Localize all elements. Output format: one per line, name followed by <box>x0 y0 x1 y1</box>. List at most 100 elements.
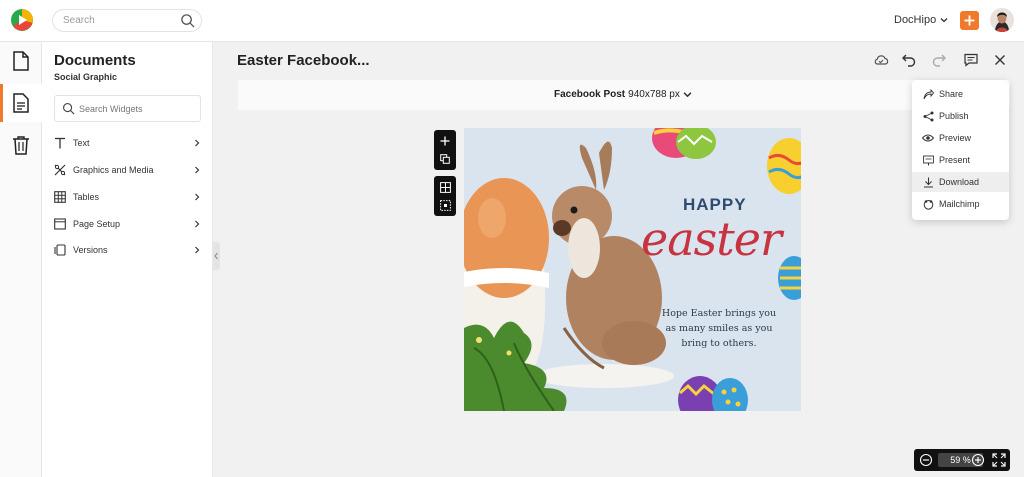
page-size-name: Facebook Post <box>554 89 626 100</box>
page-size-selector[interactable]: Facebook Post 940x788 px <box>554 89 692 100</box>
zoom-out-icon[interactable] <box>919 453 933 467</box>
graphics-icon <box>54 164 66 176</box>
menu-item-label: Text <box>73 138 90 148</box>
design-canvas[interactable] <box>464 128 801 411</box>
select-area-button[interactable] <box>434 196 456 214</box>
grid-button[interactable] <box>434 178 456 196</box>
account-menu[interactable]: DocHipo <box>894 14 948 26</box>
top-bar: Search DocHipo <box>0 0 1024 42</box>
canvas-headline-large[interactable]: easter <box>641 212 782 266</box>
rail-documents[interactable] <box>0 84 42 122</box>
menu-item-present[interactable]: Present <box>912 150 1009 170</box>
chevron-right-icon <box>195 246 200 254</box>
menu-item-download[interactable]: Download <box>912 172 1009 192</box>
menu-item-page-setup[interactable]: Page Setup <box>54 214 201 234</box>
avatar[interactable] <box>990 8 1014 32</box>
panel-title: Documents <box>54 52 136 69</box>
versions-icon <box>54 244 66 256</box>
widget-search-input[interactable]: Search Widgets <box>54 95 201 122</box>
menu-item-share[interactable]: Share <box>912 84 1009 104</box>
text-icon <box>54 137 66 149</box>
menu-item-label: Present <box>939 155 971 165</box>
page-size-bar: Facebook Post 940x788 px <box>238 80 1010 110</box>
redo-button[interactable] <box>930 51 948 69</box>
search-icon <box>63 103 75 115</box>
menu-item-graphics[interactable]: Graphics and Media <box>54 160 201 180</box>
redo-icon <box>932 54 946 67</box>
trash-icon <box>13 136 29 155</box>
search-input[interactable]: Search <box>52 9 202 32</box>
menu-item-preview[interactable]: Preview <box>912 128 1009 148</box>
add-page-button[interactable] <box>434 132 456 150</box>
undo-icon <box>902 54 916 67</box>
menu-item-mailchimp[interactable]: Mailchimp <box>912 194 1009 214</box>
plus-icon <box>440 136 450 146</box>
share-icon <box>922 88 934 100</box>
menu-item-label: Mailchimp <box>939 199 980 209</box>
document-title[interactable]: Easter Facebook... <box>237 52 370 69</box>
cloud-icon <box>874 55 889 65</box>
duplicate-page-button[interactable] <box>434 150 456 168</box>
widget-search-placeholder: Search Widgets <box>79 104 143 114</box>
publish-icon <box>922 110 934 122</box>
comment-button[interactable] <box>962 51 980 69</box>
rail-trash[interactable] <box>0 126 42 164</box>
cloud-save-button[interactable] <box>872 51 890 69</box>
widgets-panel: Documents Social Graphic Search Widgets … <box>42 42 213 477</box>
plus-icon <box>964 15 975 26</box>
fullscreen-icon[interactable] <box>992 453 1006 467</box>
table-icon <box>54 191 66 203</box>
zoom-in-icon[interactable] <box>971 453 985 467</box>
menu-item-label: Preview <box>939 133 972 143</box>
menu-item-versions[interactable]: Versions <box>54 240 201 260</box>
easter-artwork <box>464 128 801 411</box>
menu-item-publish[interactable]: Publish <box>912 106 1009 126</box>
chevron-right-icon <box>195 220 200 228</box>
select-area-icon <box>439 199 451 211</box>
canvas-body-text[interactable]: Hope Easter brings you as many smiles as… <box>657 306 781 351</box>
eye-icon <box>922 132 934 144</box>
menu-item-text[interactable]: Text <box>54 133 201 153</box>
page-setup-icon <box>54 218 66 230</box>
menu-item-label: Share <box>939 89 964 99</box>
menu-item-tables[interactable]: Tables <box>54 187 201 207</box>
chevron-down-icon <box>683 92 692 98</box>
document-icon <box>13 51 29 71</box>
dochipo-logo-icon[interactable] <box>10 8 34 32</box>
menu-item-label: Graphics and Media <box>73 165 154 175</box>
present-icon <box>922 154 934 166</box>
search-icon[interactable] <box>180 13 195 28</box>
chevron-left-icon <box>214 252 218 260</box>
add-button[interactable] <box>960 11 979 30</box>
chevron-right-icon <box>195 193 200 201</box>
menu-item-label: Download <box>939 177 980 187</box>
panel-collapse-handle[interactable] <box>213 242 220 270</box>
panel-subtitle: Social Graphic <box>54 72 118 82</box>
menu-item-label: Publish <box>939 111 969 121</box>
download-icon <box>922 176 934 188</box>
menu-item-label: Tables <box>73 192 100 202</box>
share-dropdown-menu: Share Publish Preview Present Download M… <box>912 80 1009 220</box>
brand-label: DocHipo <box>894 14 937 26</box>
chevron-down-icon <box>940 18 948 23</box>
documents-icon <box>13 93 29 113</box>
zoom-controls: 59 % <box>914 449 1010 471</box>
page-size-dims: 940x788 px <box>628 89 680 100</box>
page-actions-toolbar <box>434 130 456 170</box>
active-indicator <box>0 84 3 122</box>
close-button[interactable] <box>991 51 1009 69</box>
search-placeholder: Search <box>63 15 95 26</box>
rail-new-document[interactable] <box>0 42 42 80</box>
menu-item-label: Versions <box>73 245 108 255</box>
duplicate-icon <box>440 154 450 164</box>
layout-toolbar <box>434 176 456 216</box>
close-icon <box>995 55 1005 65</box>
chevron-right-icon <box>195 166 200 174</box>
menu-item-label: Page Setup <box>73 219 121 229</box>
left-rail <box>0 42 42 477</box>
comment-icon <box>964 53 978 67</box>
undo-button[interactable] <box>900 51 918 69</box>
chevron-right-icon <box>195 139 200 147</box>
grid-icon <box>439 181 451 193</box>
mailchimp-icon <box>922 198 934 210</box>
